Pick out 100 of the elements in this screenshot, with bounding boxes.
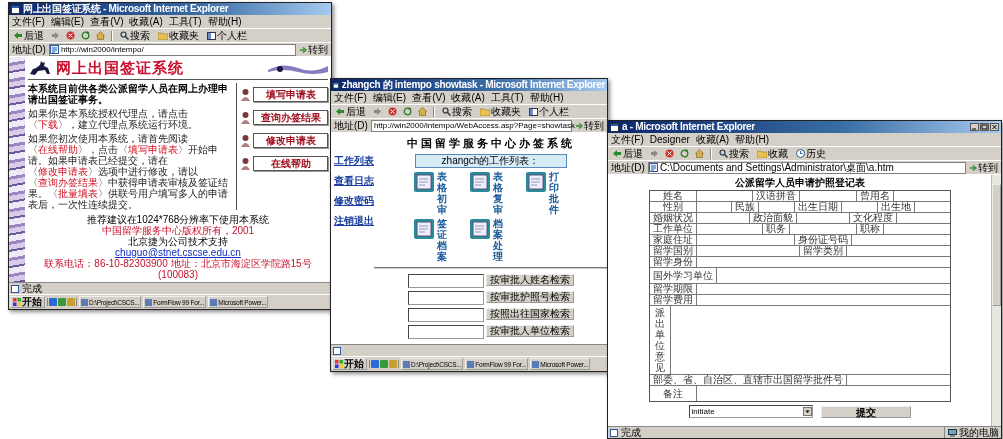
menu-button[interactable]: 填写申请表 (253, 87, 328, 102)
start-button[interactable]: 开始 (332, 358, 367, 370)
task-link[interactable]: 档案处理 (492, 218, 503, 262)
app-icon (532, 360, 540, 368)
document-icon (468, 171, 491, 193)
caret-icon (802, 407, 812, 416)
start-button[interactable]: 开始 (10, 296, 45, 308)
task-link[interactable]: 签证档案 (436, 218, 447, 262)
toolbar-button[interactable]: 搜索 (119, 30, 151, 41)
address-field[interactable]: C:\Documents and Settings\Administrator\桌面\a.htm (647, 161, 966, 174)
text-link[interactable]: 填写申请表 (128, 144, 178, 155)
scrollbar[interactable] (991, 175, 1001, 426)
address-label: 地址(D) (611, 161, 645, 174)
toolbar-button[interactable]: 后退 (334, 106, 367, 117)
menu-item[interactable]: 工具(T) (168, 15, 202, 28)
menu-item[interactable]: 查看(V) (412, 91, 446, 104)
refresh-icon[interactable] (403, 107, 412, 116)
minimize-icon[interactable] (970, 123, 979, 131)
go-button[interactable]: 转到 (575, 118, 604, 133)
go-arrow-icon (969, 163, 977, 172)
email-link[interactable]: chuguo@stnet.cscse.edu.cn (115, 247, 241, 258)
go-button[interactable]: 转到 (969, 160, 998, 175)
toolbar-button[interactable]: 后退 (611, 148, 644, 159)
home-icon[interactable] (418, 107, 427, 116)
window-title: zhangch 的 intempo showtask - Microsoft Internet Explorer (341, 79, 605, 91)
menu-button[interactable]: 在线帮助 (253, 156, 328, 171)
search-field[interactable] (407, 308, 484, 322)
close-icon[interactable] (990, 123, 999, 131)
menu-item[interactable]: 文件(F) (611, 133, 644, 146)
menu-item[interactable]: 收藏(A) (451, 91, 485, 104)
search-field[interactable] (407, 291, 484, 305)
forward-arrow-icon[interactable] (373, 107, 382, 116)
stop-icon[interactable] (66, 31, 75, 40)
status-text: 完成 (621, 427, 641, 438)
menu-item[interactable]: 帮助(H) (735, 133, 770, 146)
task-link[interactable]: 打印批件 (548, 171, 559, 215)
site-title: 网上出国签证系统 (56, 59, 185, 77)
menu-item[interactable]: 帮助(H) (207, 15, 242, 28)
search-button[interactable]: 按审批护照号检索 (485, 291, 574, 303)
text-link[interactable]: 查询办签结果 (38, 177, 98, 188)
menu-button[interactable]: 查询办签结果 (253, 110, 328, 125)
toolbar-button[interactable]: 搜索 (718, 148, 750, 159)
sidebar-link[interactable]: 查看日志 (334, 175, 374, 186)
support-text: 北京捷为公司技术支持 (128, 236, 228, 247)
stop-icon[interactable] (665, 149, 674, 158)
status-dropdown[interactable]: initiate (688, 405, 813, 418)
menu-item[interactable]: 文件(F) (334, 91, 367, 104)
field-label: 留学费用 (649, 295, 697, 305)
menu-item[interactable]: 帮助(H) (529, 91, 564, 104)
folder-icon (480, 107, 490, 116)
document-icon (468, 218, 491, 240)
text-link[interactable]: 在线帮助 (38, 144, 78, 155)
sidebar-link[interactable]: 工作列表 (334, 155, 374, 166)
worklist-heading: zhangch的工作列表： (414, 154, 567, 168)
task-link[interactable]: 表格复审 (492, 171, 503, 215)
toolbar-button[interactable]: 收藏夹 (479, 106, 522, 117)
field-label: 汉语拼音 (753, 191, 801, 201)
menu-item[interactable]: 编辑(E) (50, 15, 85, 28)
text-link[interactable]: 批量填表 (58, 188, 98, 199)
maximize-icon[interactable] (980, 123, 989, 131)
toolbar-button[interactable]: 搜索 (441, 106, 473, 117)
forward-arrow-icon[interactable] (51, 31, 60, 40)
search-field[interactable] (407, 274, 484, 288)
home-icon[interactable] (96, 31, 105, 40)
refresh-icon[interactable] (680, 149, 689, 158)
field-label: 职称 (856, 224, 884, 234)
menu-item[interactable]: Designer (649, 133, 690, 146)
figure-icon (240, 157, 251, 170)
page-icon (49, 45, 59, 54)
toolbar-button[interactable]: 个人栏 (528, 106, 570, 117)
search-field[interactable] (407, 325, 484, 339)
refresh-icon[interactable] (81, 31, 90, 40)
menu-item[interactable]: 收藏(A) (695, 133, 730, 146)
menu-item[interactable]: 工具(T) (490, 91, 524, 104)
sidebar-link[interactable]: 注销退出 (334, 215, 374, 226)
search-button[interactable]: 按照出往国家检索 (485, 308, 574, 320)
zone-text: 我的电脑 (959, 427, 999, 438)
menu-button[interactable]: 修改申请表 (253, 133, 328, 148)
search-button[interactable]: 按审批人姓名检索 (485, 274, 574, 286)
text-link[interactable]: 修改申请表 (38, 166, 88, 177)
menu-item[interactable]: 查看(V) (90, 15, 124, 28)
submit-button[interactable]: 提交 (820, 405, 911, 418)
address-field[interactable]: http://win2000/intempo/ (48, 43, 296, 56)
toolbar-button[interactable]: 收藏 (756, 148, 789, 159)
task-link[interactable]: 表格初审 (436, 171, 447, 215)
menu-item[interactable]: 编辑(E) (372, 91, 407, 104)
search-button[interactable]: 按审批人单位检索 (485, 325, 574, 337)
sidebar-link[interactable]: 修改密码 (334, 195, 374, 206)
home-icon[interactable] (695, 149, 704, 158)
windows-flag-icon (335, 360, 343, 368)
menu-item[interactable]: 文件(F) (12, 15, 45, 28)
stop-icon[interactable] (388, 107, 397, 116)
text-link[interactable]: 下载 (38, 119, 58, 130)
go-button[interactable]: 转到 (299, 42, 328, 57)
toolbar-button[interactable]: 后退 (12, 30, 45, 41)
menu-item[interactable]: 收藏(A) (129, 15, 163, 28)
toolbar-button[interactable]: 历史 (795, 148, 827, 159)
toolbar-button[interactable]: 个人栏 (206, 30, 248, 41)
toolbar-button[interactable]: 收藏夹 (157, 30, 200, 41)
forward-arrow-icon[interactable] (650, 149, 659, 158)
